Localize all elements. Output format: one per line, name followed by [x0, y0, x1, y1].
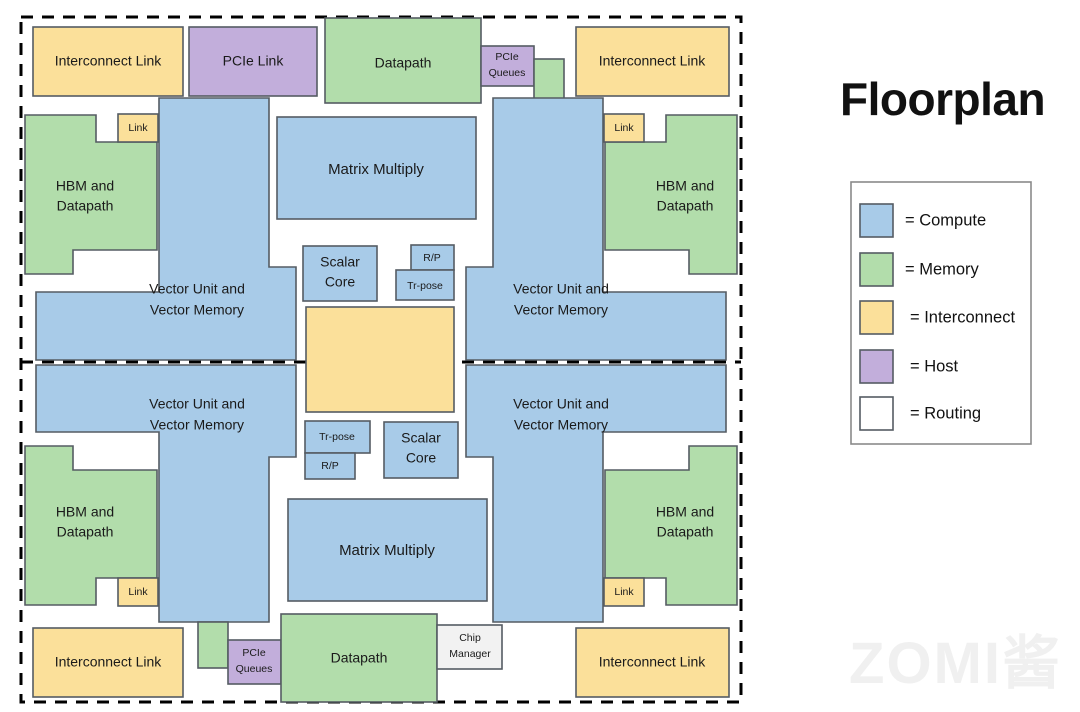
block-label: Link: [614, 586, 634, 598]
block-pcie-queues-top[interactable]: PCIe Queues: [480, 45, 535, 87]
block-label-line2: Datapath: [657, 524, 714, 540]
block-label-line2: Vector Memory: [514, 302, 608, 318]
block-pcie-queues-bottom[interactable]: PCIe Queues: [227, 639, 282, 685]
block-label: Matrix Multiply: [339, 542, 435, 559]
legend-label: = Interconnect: [910, 308, 1015, 326]
block-label-line1: Vector Unit and: [149, 396, 245, 412]
block-label-line2: Datapath: [57, 524, 114, 540]
block-matrix-multiply-bottom[interactable]: Matrix Multiply: [287, 498, 488, 602]
block-scalar-core-top[interactable]: Scalar Core: [302, 245, 378, 302]
legend-label: = Routing: [910, 404, 981, 422]
block-label: Interconnect Link: [599, 53, 707, 69]
block-label: Tr-pose: [407, 280, 443, 292]
block-rp-top[interactable]: R/P: [410, 244, 455, 271]
block-scalar-core-bottom[interactable]: Scalar Core: [383, 421, 459, 479]
block-matrix-multiply-top[interactable]: Matrix Multiply: [276, 116, 477, 220]
legend-swatch-compute: [859, 203, 894, 238]
block-link-top-right[interactable]: Link: [603, 113, 645, 143]
block-label-line1: Vector Unit and: [149, 281, 245, 297]
block-label-line1: PCIe: [242, 647, 266, 659]
block-label-line1: Scalar: [320, 254, 360, 270]
block-label-line2: Datapath: [57, 198, 114, 214]
legend-swatch-memory: [859, 252, 894, 287]
block-label-line2: Queues: [489, 67, 526, 79]
block-datapath-top[interactable]: Datapath: [324, 17, 482, 104]
block-label-line1: Chip: [459, 632, 481, 644]
block-pcie-link[interactable]: PCIe Link: [188, 26, 318, 97]
block-label: R/P: [423, 252, 441, 264]
block-label-line1: HBM and: [56, 178, 114, 194]
block-label: Tr-pose: [319, 431, 355, 443]
block-label: Link: [128, 586, 148, 598]
block-label-line2: Datapath: [657, 198, 714, 214]
legend-label: = Host: [910, 357, 959, 375]
block-label: R/P: [321, 460, 339, 472]
block-interconnect-link-top-left[interactable]: Interconnect Link: [32, 26, 184, 97]
block-trpose-bottom[interactable]: Tr-pose: [304, 420, 371, 454]
block-label-line2: Core: [406, 450, 437, 466]
block-label-line1: Vector Unit and: [513, 396, 609, 412]
block-link-top-left[interactable]: Link: [117, 113, 159, 143]
block-label-line2: Core: [325, 274, 356, 290]
block-interconnect-router[interactable]: [305, 306, 455, 413]
block-label-line1: PCIe: [495, 51, 519, 63]
block-label: Interconnect Link: [599, 654, 707, 670]
block-label-line2: Queues: [236, 663, 273, 675]
block-label-line1: HBM and: [656, 178, 714, 194]
block-label: Matrix Multiply: [328, 161, 424, 178]
block-link-bottom-right[interactable]: Link: [603, 577, 645, 607]
block-label-line1: Scalar: [401, 430, 441, 446]
watermark: ZOMI酱: [849, 631, 1062, 696]
block-interconnect-link-bottom-right[interactable]: Interconnect Link: [575, 627, 730, 698]
floorplan-diagram: Interconnect Link PCIe Link Datapath PCI…: [19, 15, 1046, 704]
block-label-line2: Vector Memory: [514, 417, 608, 433]
block-interconnect-link-bottom-left[interactable]: Interconnect Link: [32, 627, 184, 698]
legend-swatch-host: [859, 349, 894, 384]
block-label-line1: HBM and: [656, 504, 714, 520]
legend-swatch-routing: [859, 396, 894, 431]
block-memory-stub-bottom: [197, 621, 229, 669]
block-chip-manager[interactable]: Chip Manager: [436, 624, 503, 670]
block-interconnect-link-top-right[interactable]: Interconnect Link: [575, 26, 730, 97]
block-label-line2: Vector Memory: [150, 302, 244, 318]
block-link-bottom-left[interactable]: Link: [117, 577, 159, 607]
block-label: Datapath: [331, 650, 388, 666]
block-label-line2: Manager: [449, 648, 491, 660]
block-label: PCIe Link: [223, 53, 285, 69]
block-label-line1: Vector Unit and: [513, 281, 609, 297]
page-title: Floorplan: [840, 73, 1045, 125]
block-label-line2: Vector Memory: [150, 417, 244, 433]
block-label: Link: [128, 122, 148, 134]
legend-swatch-interconnect: [859, 300, 894, 335]
legend-label: = Compute: [905, 211, 986, 229]
block-label: Datapath: [375, 55, 432, 71]
block-label: Interconnect Link: [55, 53, 163, 69]
block-trpose-top[interactable]: Tr-pose: [395, 269, 455, 301]
block-datapath-bottom[interactable]: Datapath: [280, 613, 438, 703]
block-label: Link: [614, 122, 634, 134]
block-label: Interconnect Link: [55, 654, 163, 670]
block-rp-bottom[interactable]: R/P: [304, 452, 356, 480]
legend-label: = Memory: [905, 260, 980, 278]
block-label-line1: HBM and: [56, 504, 114, 520]
legend: = Compute = Memory = Interconnect = Host…: [850, 181, 1032, 445]
